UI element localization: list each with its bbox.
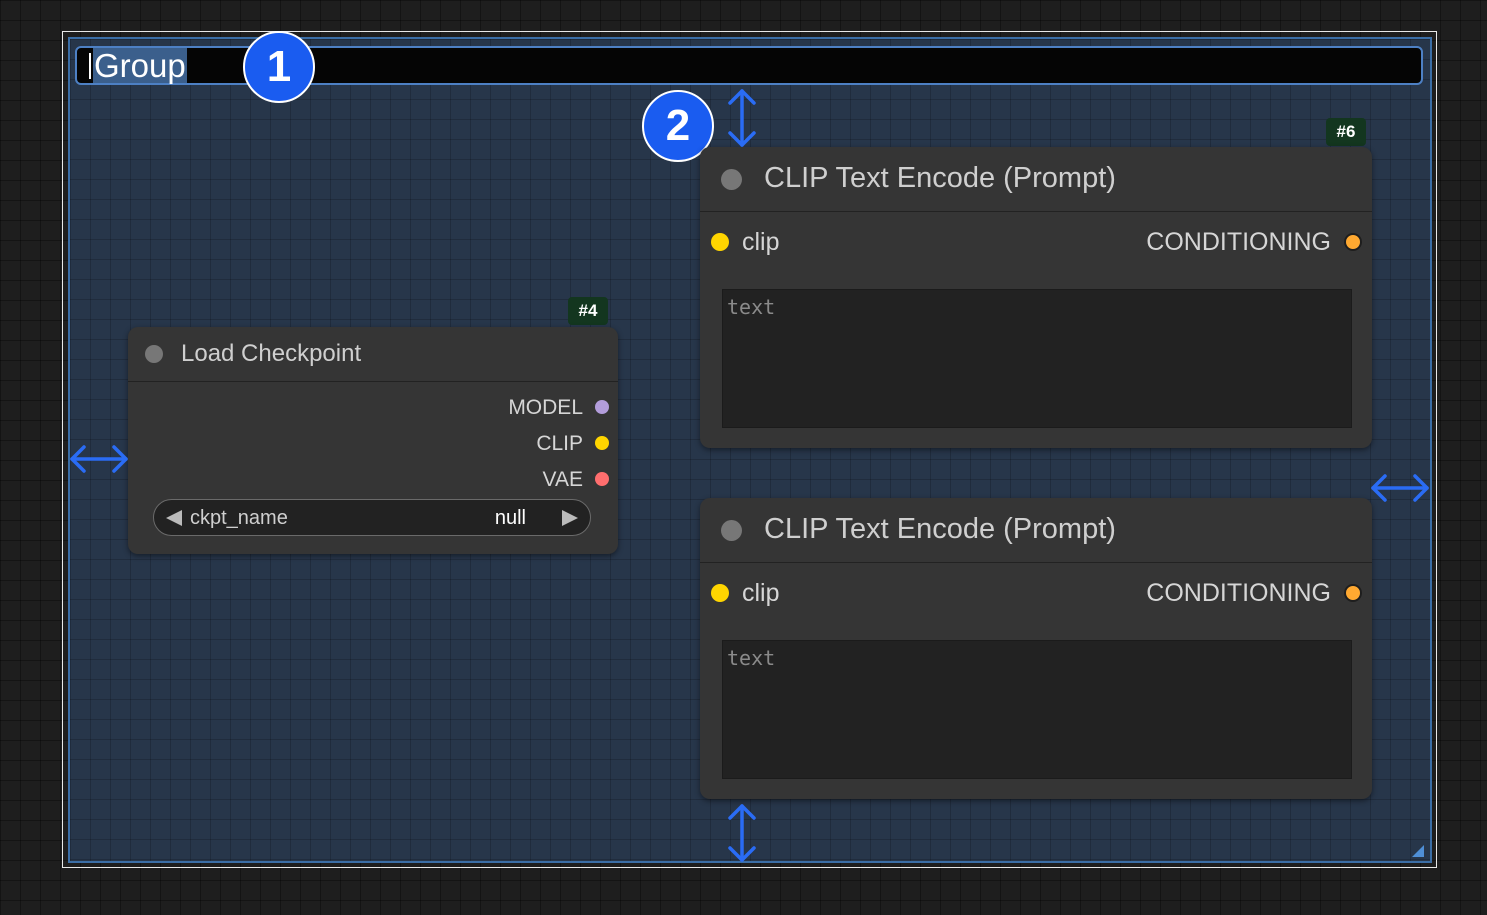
group-resize-handle[interactable] [1412, 845, 1424, 857]
input-slot-clip[interactable] [711, 233, 729, 251]
combo-prev-arrow-icon[interactable] [166, 510, 182, 526]
node-title: CLIP Text Encode (Prompt) [764, 162, 1116, 194]
prompt-text-input[interactable] [722, 640, 1352, 779]
horizontal-resize-arrow-icon [1371, 474, 1429, 502]
node-title: CLIP Text Encode (Prompt) [764, 513, 1116, 545]
combo-label: ckpt_name [190, 507, 288, 529]
output-slot-conditioning[interactable] [1344, 584, 1362, 602]
output-label-conditioning: CONDITIONING [1146, 228, 1331, 256]
output-slot-clip[interactable] [595, 436, 609, 450]
node-id-badge: #6 [1326, 118, 1366, 146]
step-badge-1: 1 [243, 31, 315, 103]
output-slot-vae[interactable] [595, 472, 609, 486]
collapse-dot-icon[interactable] [721, 169, 742, 190]
text-caret [89, 53, 91, 79]
group-title-text: Group [93, 47, 187, 84]
output-label-conditioning: CONDITIONING [1146, 579, 1331, 607]
collapse-dot-icon[interactable] [145, 345, 163, 363]
horizontal-resize-arrow-icon [70, 445, 128, 473]
combo-next-arrow-icon[interactable] [562, 510, 578, 526]
ckpt-name-combo[interactable]: ckpt_name null [153, 499, 591, 536]
output-label-vae: VAE [542, 468, 583, 491]
clip-text-encode-node-bottom[interactable]: CLIP Text Encode (Prompt) clip CONDITION… [700, 498, 1372, 799]
input-slot-clip[interactable] [711, 584, 729, 602]
output-label-model: MODEL [508, 396, 583, 419]
clip-text-encode-node-top[interactable]: CLIP Text Encode (Prompt) clip CONDITION… [700, 147, 1372, 448]
output-slot-model[interactable] [595, 400, 609, 414]
vertical-resize-arrow-icon [728, 89, 756, 147]
node-header[interactable]: Load Checkpoint [128, 327, 618, 382]
graph-canvas[interactable]: Group 1 2 #4 Load Checkpoint MODEL CLIP … [0, 0, 1487, 915]
collapse-dot-icon[interactable] [721, 520, 742, 541]
input-label-clip: clip [742, 228, 780, 256]
node-title: Load Checkpoint [181, 340, 362, 367]
combo-value: null [494, 507, 526, 529]
node-header[interactable]: CLIP Text Encode (Prompt) [700, 498, 1372, 563]
output-slot-conditioning[interactable] [1344, 233, 1362, 251]
prompt-text-input[interactable] [722, 289, 1352, 428]
node-id-badge: #4 [568, 297, 608, 325]
load-checkpoint-node[interactable]: Load Checkpoint MODEL CLIP VAE ckpt_name… [128, 327, 618, 554]
output-label-clip: CLIP [536, 432, 583, 455]
vertical-resize-arrow-icon [728, 804, 756, 862]
input-label-clip: clip [742, 579, 780, 607]
node-header[interactable]: CLIP Text Encode (Prompt) [700, 147, 1372, 212]
